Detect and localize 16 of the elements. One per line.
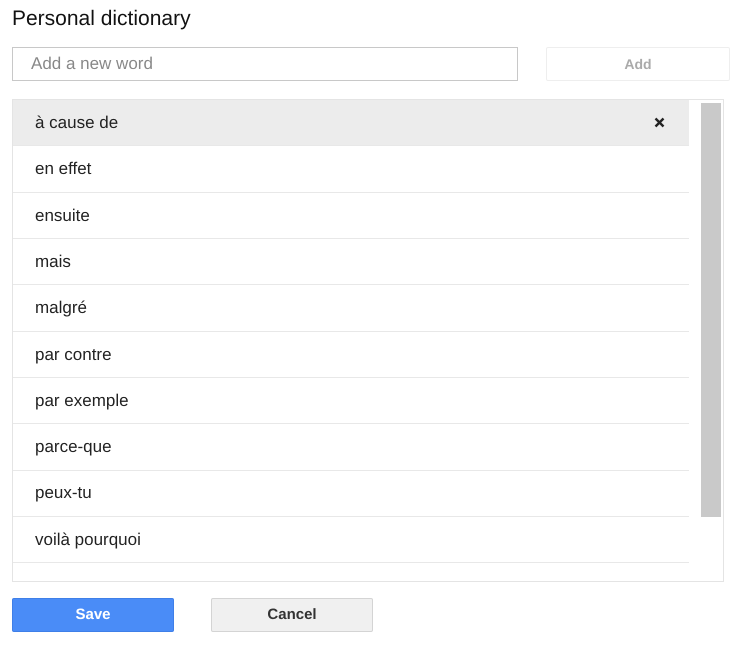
word-item[interactable]: malgré [35, 295, 87, 321]
selected-word-row[interactable]: à cause de [13, 100, 689, 146]
word-item[interactable]: en effet [35, 156, 92, 182]
cancel-button[interactable]: Cancel [211, 598, 373, 632]
word-item[interactable]: par contre [35, 342, 112, 368]
scrollbar-thumb[interactable] [701, 103, 721, 518]
new-word-field[interactable]: Add a new word [12, 47, 518, 82]
word-item[interactable]: ensuite [35, 202, 90, 228]
word-item[interactable]: voilà pourquoi [35, 526, 141, 552]
word-item[interactable]: peux-tu [35, 480, 92, 506]
word-item[interactable]: mais [35, 248, 71, 274]
word-item[interactable]: par exemple [35, 388, 129, 414]
word-item[interactable]: à cause de [35, 110, 118, 136]
word-item[interactable]: parce-que [35, 434, 112, 460]
dialog-title: Personal dictionary [12, 6, 192, 32]
close-icon[interactable] [654, 117, 665, 128]
